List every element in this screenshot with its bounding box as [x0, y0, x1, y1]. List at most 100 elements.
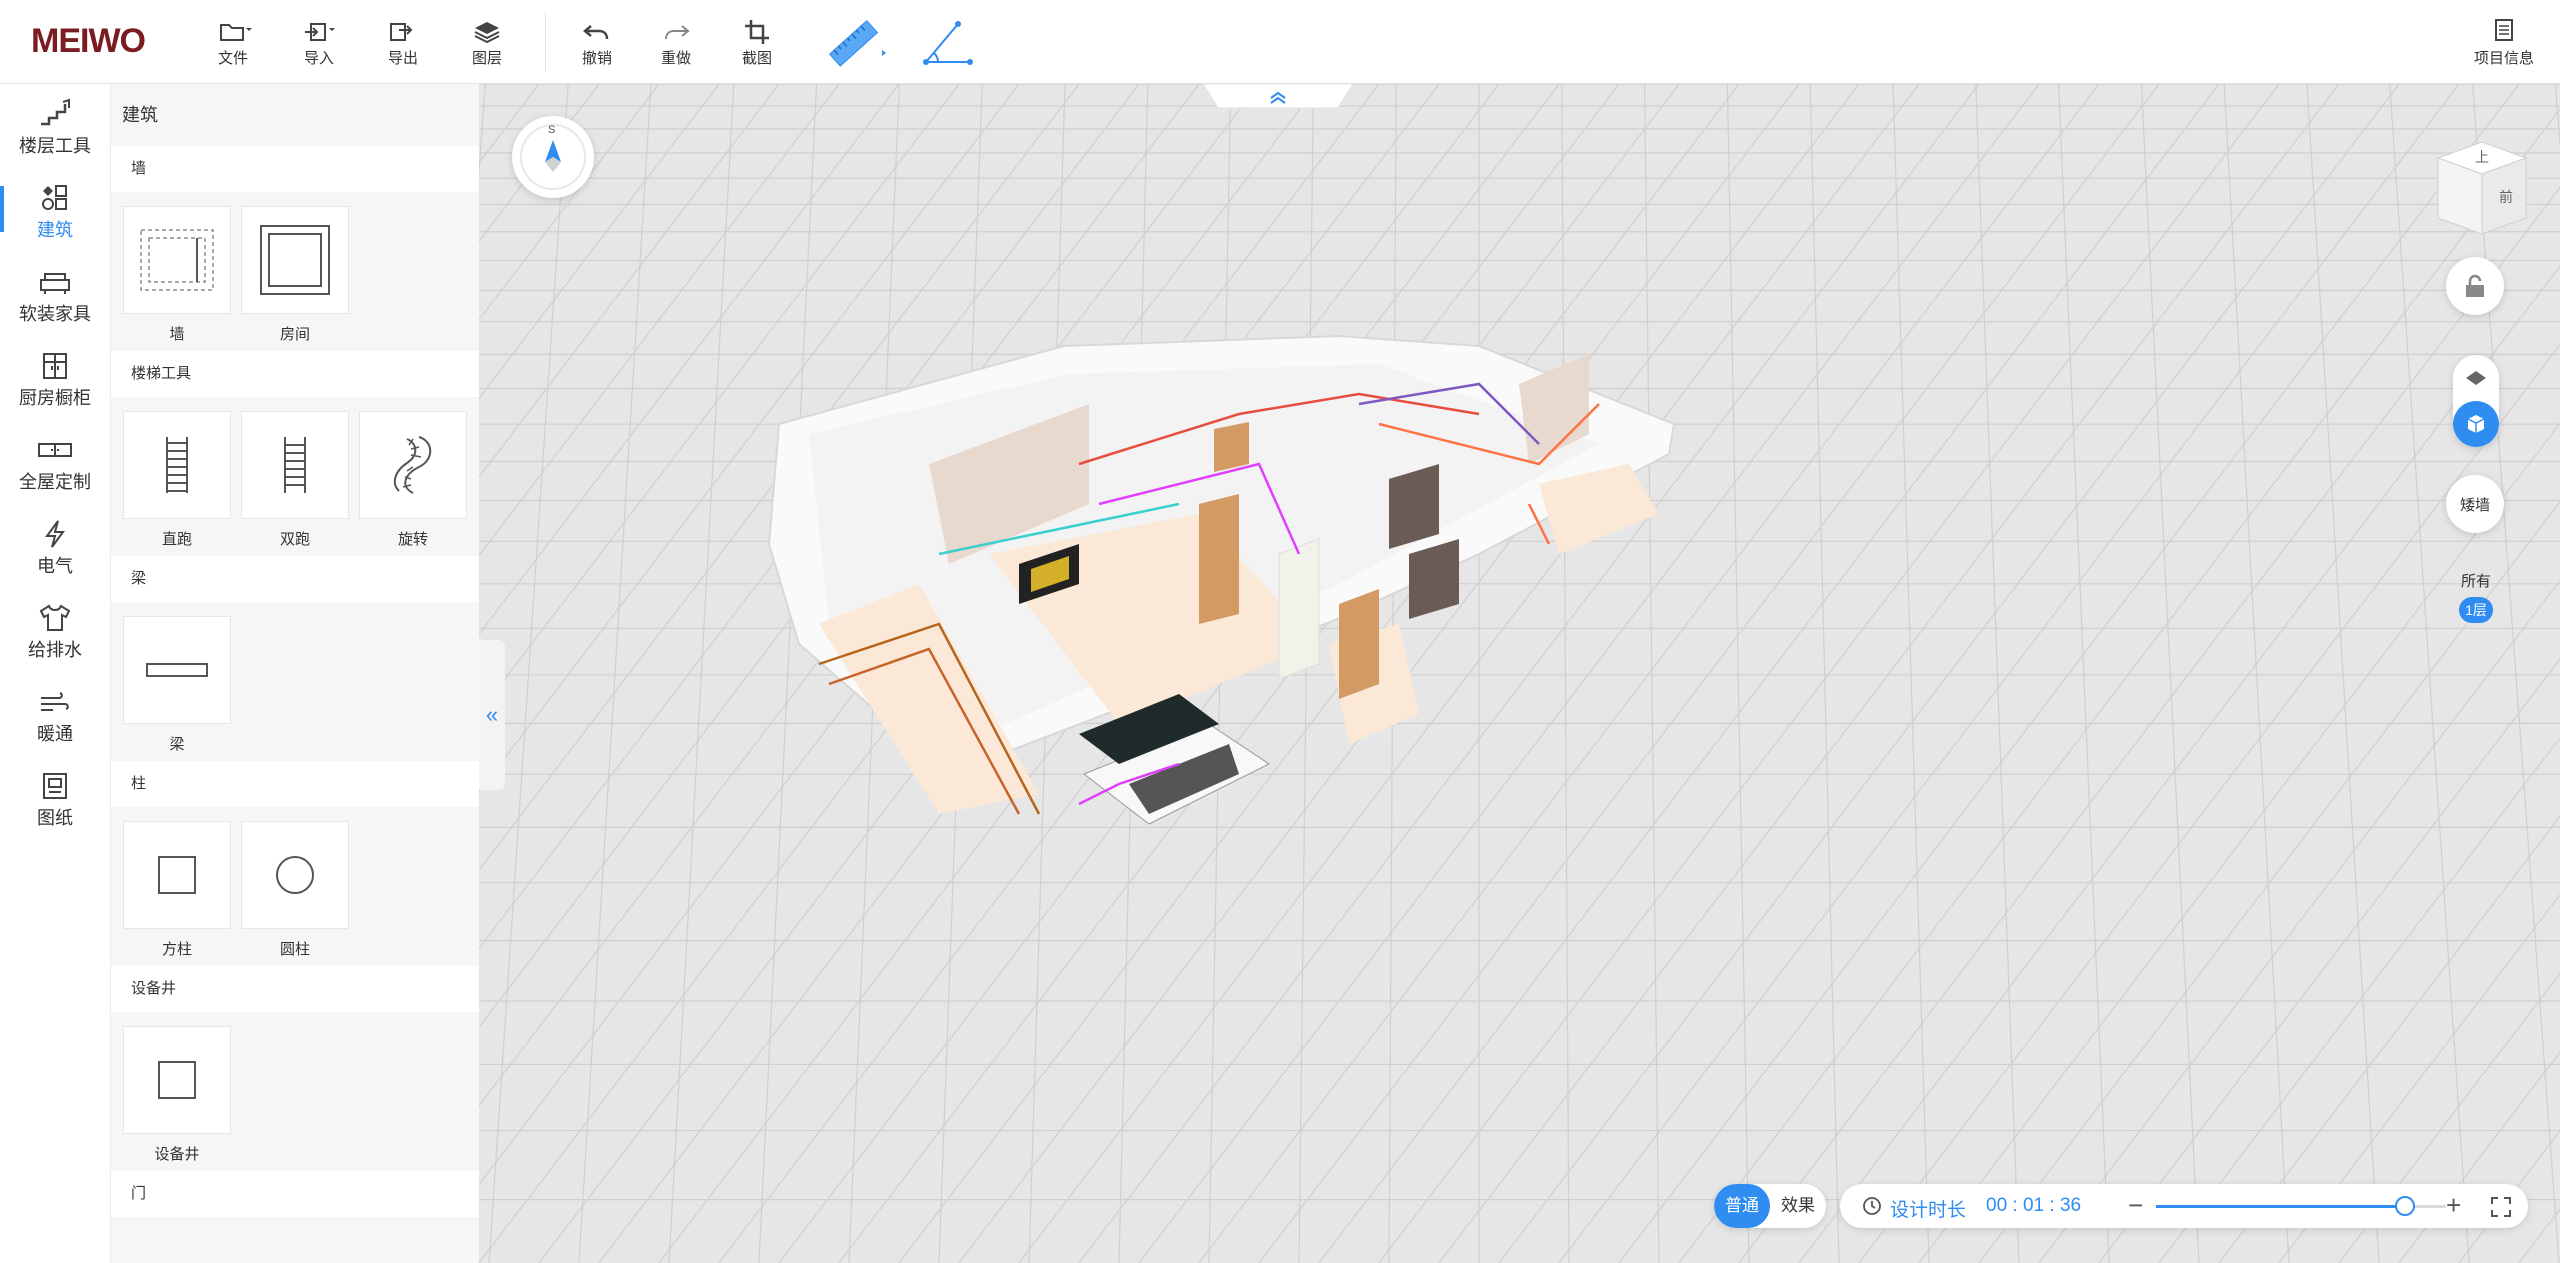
2d-view-option[interactable]	[2453, 355, 2499, 401]
view-cube[interactable]: 上 前	[2430, 138, 2534, 242]
document-icon	[2495, 19, 2513, 41]
catalog-item-straight-stair[interactable]: 直跑	[123, 411, 231, 548]
import-icon	[305, 23, 335, 41]
catalog-item-shaft[interactable]: 设备井	[123, 1026, 231, 1163]
design-time-value: 00 : 01 : 36	[1986, 1195, 2082, 1216]
toolbar-divider	[545, 12, 546, 72]
undo-button[interactable]: 撤销	[562, 16, 632, 72]
sidebar-item-drawings[interactable]: 图纸	[0, 756, 110, 840]
zoom-in-button[interactable]: +	[2446, 1190, 2461, 1221]
beam-items: 梁	[111, 602, 479, 761]
short-wall-label: 矮墙	[2459, 496, 2490, 514]
shaft-thumbnail	[123, 1026, 231, 1134]
import-menu-button[interactable]: 导入	[284, 16, 354, 72]
brand-logo: MEIWO	[31, 22, 146, 60]
view-mode-toggle[interactable]	[2453, 355, 2499, 447]
mode-normal-button[interactable]: 普通	[1714, 1184, 1770, 1228]
zoom-out-button[interactable]: −	[2128, 1190, 2143, 1221]
catalog-item-label: 双跑	[279, 531, 310, 548]
catalog-item-label: 旋转	[397, 531, 428, 548]
design-time-label: 设计时长	[1890, 1200, 1967, 1221]
redo-button[interactable]: 重做	[641, 16, 711, 72]
zoom-slider[interactable]	[2156, 1196, 2446, 1216]
catalog-item-double-stair[interactable]: 双跑	[241, 411, 349, 548]
wardrobe-icon	[38, 443, 72, 457]
layers-icon	[474, 22, 500, 44]
catalog-item-label: 墙	[169, 326, 185, 343]
collapse-panel-button[interactable]: «	[479, 640, 505, 790]
room-thumbnail	[241, 206, 349, 314]
layers-2d-icon	[2466, 371, 2486, 385]
catalog-item-label: 房间	[279, 326, 310, 343]
export-label: 导出	[387, 50, 418, 67]
section-header-shaft: 设备井	[111, 966, 479, 1012]
house-3d-model[interactable]	[767, 334, 1676, 825]
sidebar-item-soft-furniture[interactable]: 软装家具	[0, 252, 110, 336]
catalog-item-label: 圆柱	[279, 941, 310, 958]
file-menu-button[interactable]: 文件	[198, 16, 268, 72]
sidebar-item-building[interactable]: 建筑	[0, 168, 110, 252]
zoom-slider-handle[interactable]	[2395, 1196, 2416, 1216]
section-header-beam: 梁	[111, 556, 479, 602]
screenshot-label: 截图	[741, 50, 772, 67]
section-header-wall: 墙	[111, 146, 479, 192]
fullscreen-icon[interactable]	[2490, 1196, 2512, 1218]
sidebar-item-label: 建筑	[37, 220, 73, 240]
section-header-column: 柱	[111, 761, 479, 807]
project-info-button[interactable]: 项目信息	[2466, 16, 2542, 72]
layers-button[interactable]: 图层	[452, 16, 522, 72]
sidebar-item-label: 楼层工具	[19, 136, 91, 156]
layers-label: 图层	[471, 50, 502, 67]
catalog-panel: 建筑 墙 墙 房间 楼梯工具 直跑 双跑 旋转 梁 梁 柱 方柱 圆柱 设备井 …	[111, 84, 479, 1263]
mode-effect-button[interactable]: 效果	[1770, 1184, 1826, 1228]
sidebar-item-plumbing[interactable]: 给排水	[0, 588, 110, 672]
sidebar-item-electrical[interactable]: 电气	[0, 504, 110, 588]
perspective-grid	[479, 84, 2560, 1263]
sofa-icon	[40, 273, 70, 294]
building-blocks-icon	[42, 185, 67, 210]
wall-thumbnail	[123, 206, 231, 314]
sidebar-item-label: 软装家具	[19, 304, 91, 324]
floor-selector[interactable]: 所有 1层	[2454, 570, 2498, 646]
wind-icon	[41, 692, 69, 711]
lock-toggle-button[interactable]	[2446, 257, 2504, 315]
catalog-item-beam[interactable]: 梁	[123, 616, 231, 753]
floor-all-label[interactable]: 所有	[2454, 570, 2498, 591]
ruler-measure-icon[interactable]	[820, 14, 890, 70]
sidebar-item-hvac[interactable]: 暖通	[0, 672, 110, 756]
project-info-label: 项目信息	[2473, 50, 2534, 67]
catalog-item-label: 直跑	[161, 531, 192, 548]
undo-icon	[583, 25, 609, 40]
compass-label: S	[548, 124, 556, 136]
catalog-item-round-column[interactable]: 圆柱	[241, 821, 349, 958]
angle-measure-icon[interactable]	[918, 14, 978, 70]
collapse-toolbar-tab[interactable]	[1203, 84, 1353, 110]
screenshot-button[interactable]: 截图	[722, 16, 792, 72]
catalog-item-square-column[interactable]: 方柱	[123, 821, 231, 958]
3d-view-option[interactable]	[2453, 401, 2499, 447]
3d-viewport[interactable]	[479, 84, 2560, 1263]
sidebar-item-whole-house[interactable]: 全屋定制	[0, 420, 110, 504]
export-menu-button[interactable]: 导出	[368, 16, 438, 72]
drawing-icon	[43, 773, 67, 799]
catalog-item-label: 设备井	[154, 1146, 200, 1163]
double-chevron-left-icon: «	[485, 702, 499, 727]
sidebar-item-label: 给排水	[28, 640, 82, 660]
status-bar: 设计时长 00 : 01 : 36 − +	[1840, 1184, 2528, 1228]
catalog-item-spiral-stair[interactable]: 旋转	[359, 411, 467, 548]
sidebar-item-label: 暖通	[37, 724, 73, 744]
stairs-items: 直跑 双跑 旋转	[111, 397, 479, 556]
cube-3d-icon	[2467, 415, 2485, 433]
cabinet-icon	[43, 353, 67, 379]
sidebar-item-floor-tools[interactable]: 楼层工具	[0, 84, 110, 168]
catalog-item-wall[interactable]: 墙	[123, 206, 231, 343]
catalog-item-room[interactable]: 房间	[241, 206, 349, 343]
floor-1-badge[interactable]: 1层	[2459, 597, 2493, 623]
import-label: 导入	[303, 50, 334, 67]
short-wall-button[interactable]: 矮墙	[2446, 475, 2504, 533]
sidebar-item-label: 厨房橱柜	[19, 388, 91, 408]
wall-items: 墙 房间	[111, 192, 479, 351]
sidebar-item-kitchen-cabinet[interactable]: 厨房橱柜	[0, 336, 110, 420]
category-sidebar: 楼层工具 建筑 软装家具 厨房橱柜 全屋定制 电气 给排水 暖通 图纸	[0, 84, 111, 1263]
compass[interactable]: S	[512, 116, 594, 198]
